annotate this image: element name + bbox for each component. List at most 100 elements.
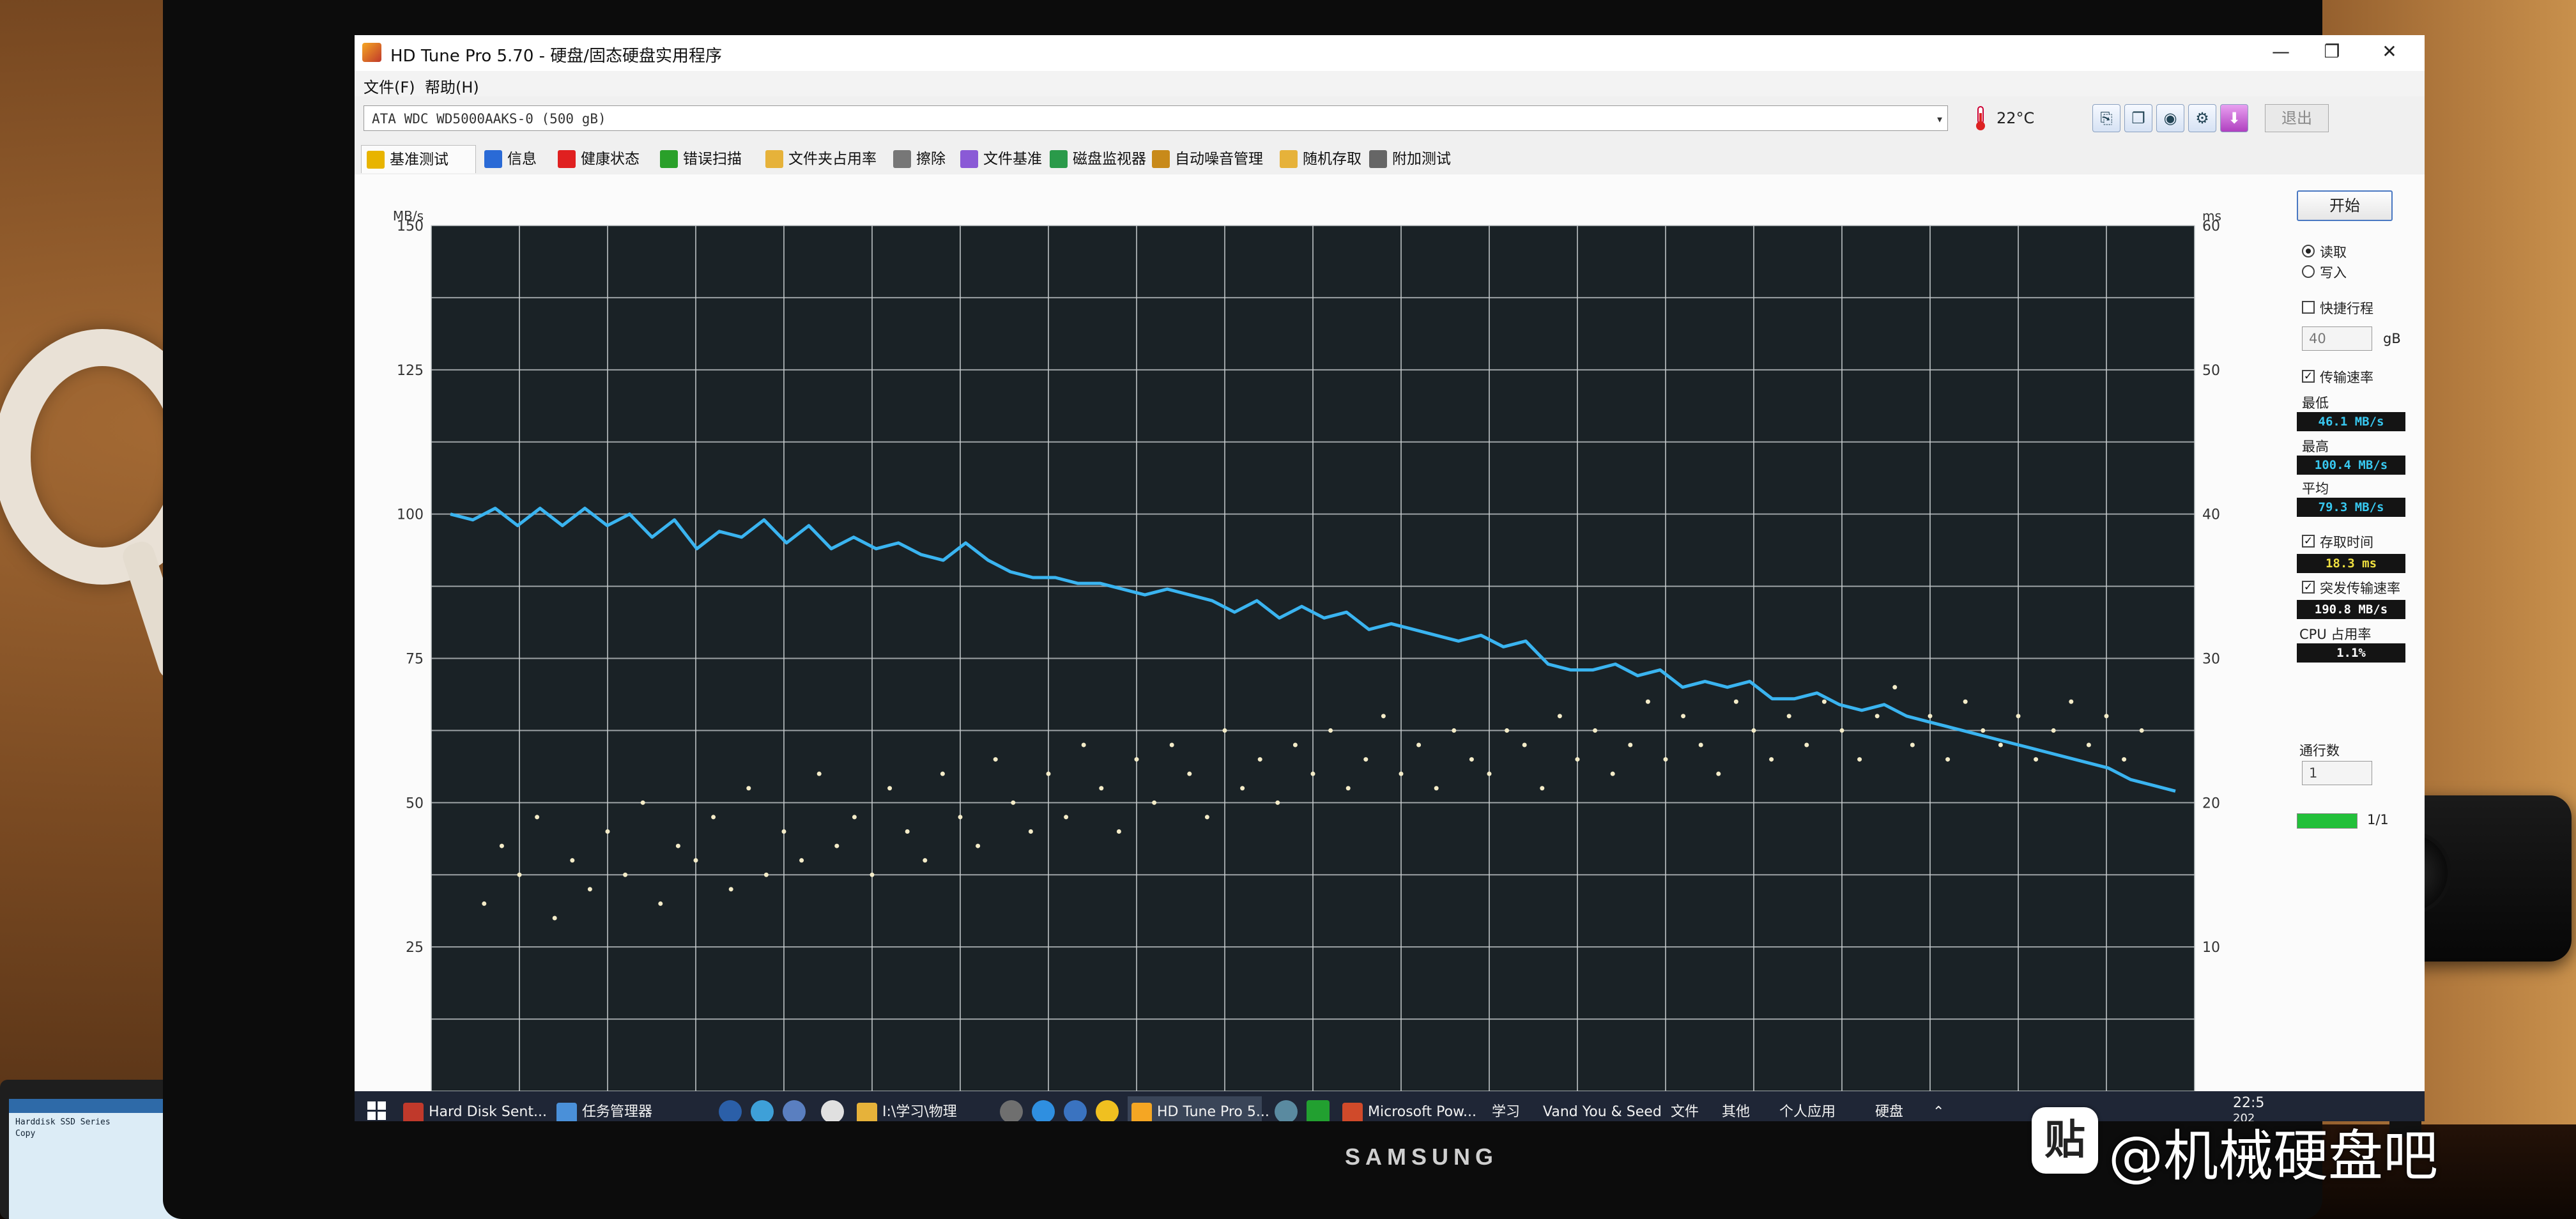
photos-app-icon[interactable]: [751, 1100, 774, 1121]
close-button[interactable]: ✕: [2367, 38, 2412, 66]
health-app-icon[interactable]: [1307, 1100, 1330, 1121]
tab-info[interactable]: 信息: [479, 145, 553, 173]
access-time-point: [1204, 815, 1209, 820]
disk-app-icon[interactable]: [1275, 1100, 1298, 1121]
burst-rate-checkbox[interactable]: ✓: [2302, 581, 2315, 594]
benchmark-icon: [367, 151, 385, 169]
options-button[interactable]: ⚙: [2188, 104, 2216, 132]
taskbar-app-hdsentinel[interactable]: Hard Disk Sent...: [399, 1096, 547, 1121]
tray-chevron-up-icon[interactable]: ⌃: [1933, 1096, 1944, 1121]
tab-random-access[interactable]: 随机存取: [1275, 145, 1364, 173]
remote-desktop-icon[interactable]: [783, 1100, 806, 1121]
access-time-point: [1363, 757, 1368, 762]
info-icon: [484, 150, 502, 168]
access-time-point: [1505, 728, 1510, 733]
avg-label: 平均: [2302, 481, 2329, 496]
taskbar-app-explorer[interactable]: I:\学习\物理: [853, 1096, 987, 1121]
access-time-point: [870, 872, 875, 877]
access-time-point: [2139, 728, 2144, 733]
calculator-icon[interactable]: [1000, 1100, 1023, 1121]
access-time-point: [1839, 728, 1844, 733]
chevron-down-icon: ▾: [1935, 111, 1943, 126]
toolbar-folder-music[interactable]: Vand You & Seed: [1543, 1096, 1662, 1121]
hdtune-app-icon: [362, 43, 381, 62]
tab-health[interactable]: 健康状态: [553, 145, 655, 173]
toolbar-folder-other[interactable]: 其他: [1722, 1096, 1750, 1121]
maximize-button[interactable]: ❐: [2310, 38, 2354, 66]
clock-app-icon[interactable]: [821, 1100, 844, 1121]
tab-extra-tests[interactable]: 附加测试: [1364, 145, 1466, 173]
access-time-point: [658, 901, 663, 906]
tab-folder-usage[interactable]: 文件夹占用率: [760, 145, 888, 173]
access-time-point: [623, 872, 628, 877]
screenshot-button[interactable]: ◉: [2156, 104, 2184, 132]
tab-label: 附加测试: [1392, 151, 1451, 167]
settings-app-icon[interactable]: [719, 1100, 742, 1121]
access-time-point: [1399, 771, 1404, 776]
save-button[interactable]: ⬇: [2220, 104, 2248, 132]
toolbar-folder-disk[interactable]: 硬盘: [1875, 1096, 1903, 1121]
access-time-point: [517, 872, 522, 877]
drive-select[interactable]: ATA WDC WD5000AAKS-0 (500 gB) ▾: [364, 105, 1948, 131]
access-time-point: [1116, 829, 1121, 834]
access-time-point: [1081, 742, 1086, 747]
access-time-point: [2016, 714, 2021, 719]
tab-erase[interactable]: 擦除: [888, 145, 955, 173]
pinned-app-icon[interactable]: [1064, 1100, 1087, 1121]
edge-browser-icon[interactable]: [1032, 1100, 1055, 1121]
write-radio[interactable]: [2302, 265, 2315, 278]
toolbar-folder-personal[interactable]: 个人应用: [1779, 1096, 1836, 1121]
access-time-point: [887, 786, 893, 791]
tieba-logo-char: 贴: [2044, 1117, 2085, 1164]
access-time-point: [1152, 800, 1157, 805]
copy-info-button[interactable]: ⎘: [2092, 104, 2120, 132]
read-radio[interactable]: [2302, 245, 2315, 257]
tab-error-scan[interactable]: 错误扫描: [655, 145, 760, 173]
toolbar-folder-files[interactable]: 文件: [1671, 1096, 1699, 1121]
y-axis-tick-label: 125: [397, 363, 424, 379]
windows-start-icon[interactable]: [367, 1101, 387, 1121]
tab-file-benchmark[interactable]: 文件基准: [955, 145, 1045, 173]
cpu-usage-label: CPU 占用率: [2299, 627, 2372, 642]
menu-file[interactable]: 文件(F): [364, 75, 415, 97]
tab-disk-monitor[interactable]: 磁盘监视器: [1045, 145, 1147, 173]
temperature-readout: 22°C: [1997, 109, 2035, 127]
taskbar-app-task-manager[interactable]: 任务管理器: [553, 1096, 700, 1121]
tab-aam[interactable]: 自动噪音管理: [1147, 145, 1275, 173]
exit-button[interactable]: 退出: [2265, 104, 2329, 132]
disk-monitor-icon: [1050, 150, 1068, 168]
access-time-point: [482, 901, 487, 906]
pass-count-stepper[interactable]: 1: [2302, 761, 2372, 785]
menu-help[interactable]: 帮助(H): [425, 75, 479, 97]
min-label: 最低: [2302, 395, 2329, 411]
short-stroke-stepper[interactable]: 40: [2302, 326, 2372, 351]
tab-label: 错误扫描: [683, 151, 742, 167]
access-time-point: [499, 843, 504, 848]
chrome-browser-icon[interactable]: [1096, 1100, 1119, 1121]
pass-progress-fill: [2297, 814, 2357, 828]
copy-screen-button[interactable]: ❐: [2124, 104, 2152, 132]
access-time-point: [1751, 728, 1756, 733]
short-stroke-checkbox[interactable]: [2302, 301, 2315, 314]
access-time-point: [711, 815, 716, 820]
hdtune-icon: [1131, 1103, 1152, 1121]
transfer-rate-checkbox[interactable]: ✓: [2302, 370, 2315, 383]
access-time-label: 存取时间: [2320, 535, 2373, 550]
access-time-point: [1310, 771, 1315, 776]
access-time-point: [1681, 714, 1686, 719]
taskbar-app-powerpoint[interactable]: Microsoft Pow...: [1338, 1096, 1476, 1121]
erase-icon: [893, 150, 911, 168]
access-time-point: [1169, 742, 1174, 747]
start-button[interactable]: 开始: [2297, 190, 2393, 221]
taskbar-app-hdtune[interactable]: HD Tune Pro 5...: [1128, 1096, 1269, 1121]
toolbar-folder-study[interactable]: 学习: [1492, 1096, 1520, 1121]
access-time-point: [1821, 699, 1827, 704]
tab-benchmark[interactable]: 基准测试: [361, 145, 476, 173]
minimize-button[interactable]: —: [2258, 38, 2303, 66]
tab-label: 基准测试: [390, 151, 448, 168]
hard-disk-sentinel-icon: [403, 1103, 424, 1121]
file-benchmark-icon: [960, 150, 978, 168]
access-time-point: [1257, 757, 1262, 762]
max-label: 最高: [2302, 439, 2329, 454]
access-time-checkbox[interactable]: ✓: [2302, 535, 2315, 548]
